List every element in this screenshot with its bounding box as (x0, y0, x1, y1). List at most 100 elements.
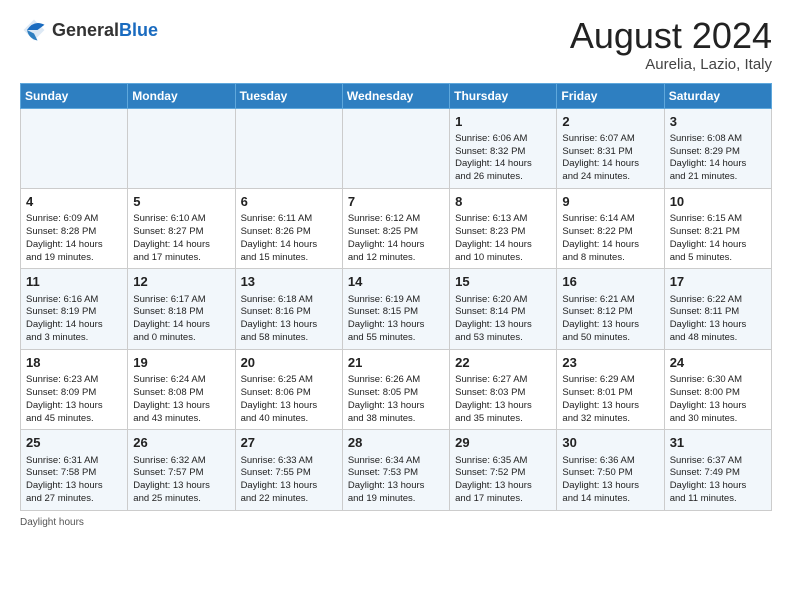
cell-text: and 48 minutes. (670, 332, 766, 345)
calendar-cell: 7Sunrise: 6:12 AMSunset: 8:25 PMDaylight… (342, 189, 449, 269)
title-block: August 2024 Aurelia, Lazio, Italy (570, 16, 772, 73)
day-number: 15 (455, 273, 551, 291)
cell-text: Daylight: 13 hours (26, 400, 122, 413)
cell-text: Sunrise: 6:07 AM (562, 133, 658, 146)
cell-text: Daylight: 14 hours (455, 239, 551, 252)
cell-text: Sunrise: 6:26 AM (348, 374, 444, 387)
cell-text: Sunrise: 6:09 AM (26, 213, 122, 226)
calendar-table: Sunday Monday Tuesday Wednesday Thursday… (20, 83, 772, 511)
calendar-cell: 10Sunrise: 6:15 AMSunset: 8:21 PMDayligh… (664, 189, 771, 269)
calendar-cell: 29Sunrise: 6:35 AMSunset: 7:52 PMDayligh… (450, 430, 557, 510)
cell-text: and 17 minutes. (133, 252, 229, 265)
cell-text: Daylight: 13 hours (133, 480, 229, 493)
cell-text: Daylight: 13 hours (241, 319, 337, 332)
calendar-cell: 19Sunrise: 6:24 AMSunset: 8:08 PMDayligh… (128, 349, 235, 429)
cell-text: Daylight: 13 hours (241, 400, 337, 413)
week-row-3: 18Sunrise: 6:23 AMSunset: 8:09 PMDayligh… (21, 349, 772, 429)
cell-text: and 43 minutes. (133, 413, 229, 426)
cell-text: Sunrise: 6:18 AM (241, 294, 337, 307)
day-number: 17 (670, 273, 766, 291)
cell-text: Daylight: 14 hours (133, 239, 229, 252)
header-saturday: Saturday (664, 83, 771, 108)
cell-text: Daylight: 13 hours (670, 319, 766, 332)
cell-text: Daylight: 13 hours (670, 400, 766, 413)
cell-text: Sunset: 8:27 PM (133, 226, 229, 239)
cell-text: and 35 minutes. (455, 413, 551, 426)
calendar-cell: 12Sunrise: 6:17 AMSunset: 8:18 PMDayligh… (128, 269, 235, 349)
cell-text: Sunrise: 6:23 AM (26, 374, 122, 387)
location: Aurelia, Lazio, Italy (570, 56, 772, 73)
cell-text: Daylight: 13 hours (133, 400, 229, 413)
cell-text: Sunrise: 6:12 AM (348, 213, 444, 226)
cell-text: Daylight: 13 hours (348, 400, 444, 413)
cell-text: and 14 minutes. (562, 493, 658, 506)
header: GeneralBlue August 2024 Aurelia, Lazio, … (20, 16, 772, 73)
calendar-cell: 22Sunrise: 6:27 AMSunset: 8:03 PMDayligh… (450, 349, 557, 429)
calendar-cell: 13Sunrise: 6:18 AMSunset: 8:16 PMDayligh… (235, 269, 342, 349)
cell-text: and 26 minutes. (455, 171, 551, 184)
calendar-cell: 4Sunrise: 6:09 AMSunset: 8:28 PMDaylight… (21, 189, 128, 269)
calendar-cell: 3Sunrise: 6:08 AMSunset: 8:29 PMDaylight… (664, 108, 771, 188)
day-number: 1 (455, 113, 551, 131)
cell-text: Daylight: 14 hours (455, 158, 551, 171)
week-row-0: 1Sunrise: 6:06 AMSunset: 8:32 PMDaylight… (21, 108, 772, 188)
cell-text: Sunrise: 6:33 AM (241, 455, 337, 468)
cell-text: Sunset: 8:29 PM (670, 146, 766, 159)
cell-text: and 3 minutes. (26, 332, 122, 345)
cell-text: and 30 minutes. (670, 413, 766, 426)
cell-text: and 12 minutes. (348, 252, 444, 265)
day-number: 28 (348, 434, 444, 452)
cell-text: Sunrise: 6:32 AM (133, 455, 229, 468)
cell-text: and 15 minutes. (241, 252, 337, 265)
cell-text: and 11 minutes. (670, 493, 766, 506)
cell-text: Sunset: 8:08 PM (133, 387, 229, 400)
cell-text: and 53 minutes. (455, 332, 551, 345)
cell-text: and 58 minutes. (241, 332, 337, 345)
day-number: 29 (455, 434, 551, 452)
cell-text: Sunrise: 6:10 AM (133, 213, 229, 226)
calendar-body: 1Sunrise: 6:06 AMSunset: 8:32 PMDaylight… (21, 108, 772, 510)
cell-text: and 38 minutes. (348, 413, 444, 426)
cell-text: Sunset: 8:00 PM (670, 387, 766, 400)
cell-text: Sunset: 8:15 PM (348, 306, 444, 319)
day-number: 11 (26, 273, 122, 291)
calendar-header: Sunday Monday Tuesday Wednesday Thursday… (21, 83, 772, 108)
cell-text: Sunrise: 6:17 AM (133, 294, 229, 307)
cell-text: Sunset: 8:19 PM (26, 306, 122, 319)
day-number: 13 (241, 273, 337, 291)
cell-text: Sunset: 8:01 PM (562, 387, 658, 400)
calendar-cell (128, 108, 235, 188)
cell-text: Sunrise: 6:22 AM (670, 294, 766, 307)
cell-text: Daylight: 14 hours (26, 319, 122, 332)
calendar-cell: 11Sunrise: 6:16 AMSunset: 8:19 PMDayligh… (21, 269, 128, 349)
calendar-cell: 23Sunrise: 6:29 AMSunset: 8:01 PMDayligh… (557, 349, 664, 429)
cell-text: Sunset: 8:06 PM (241, 387, 337, 400)
cell-text: Sunrise: 6:14 AM (562, 213, 658, 226)
cell-text: Sunset: 7:58 PM (26, 467, 122, 480)
cell-text: and 32 minutes. (562, 413, 658, 426)
cell-text: Daylight: 13 hours (241, 480, 337, 493)
calendar-cell (235, 108, 342, 188)
calendar-cell: 27Sunrise: 6:33 AMSunset: 7:55 PMDayligh… (235, 430, 342, 510)
cell-text: Sunrise: 6:11 AM (241, 213, 337, 226)
cell-text: and 45 minutes. (26, 413, 122, 426)
cell-text: Daylight: 13 hours (455, 319, 551, 332)
cell-text: Sunset: 8:28 PM (26, 226, 122, 239)
cell-text: Sunrise: 6:15 AM (670, 213, 766, 226)
cell-text: and 0 minutes. (133, 332, 229, 345)
cell-text: Sunset: 8:09 PM (26, 387, 122, 400)
cell-text: Sunrise: 6:19 AM (348, 294, 444, 307)
cell-text: Sunrise: 6:13 AM (455, 213, 551, 226)
cell-text: and 17 minutes. (455, 493, 551, 506)
cell-text: Sunset: 8:32 PM (455, 146, 551, 159)
cell-text: Sunrise: 6:30 AM (670, 374, 766, 387)
week-row-1: 4Sunrise: 6:09 AMSunset: 8:28 PMDaylight… (21, 189, 772, 269)
cell-text: Daylight: 13 hours (348, 319, 444, 332)
cell-text: Sunset: 7:55 PM (241, 467, 337, 480)
cell-text: Sunset: 7:57 PM (133, 467, 229, 480)
cell-text: and 5 minutes. (670, 252, 766, 265)
calendar-cell: 6Sunrise: 6:11 AMSunset: 8:26 PMDaylight… (235, 189, 342, 269)
day-number: 5 (133, 193, 229, 211)
day-number: 14 (348, 273, 444, 291)
cell-text: Sunset: 7:52 PM (455, 467, 551, 480)
